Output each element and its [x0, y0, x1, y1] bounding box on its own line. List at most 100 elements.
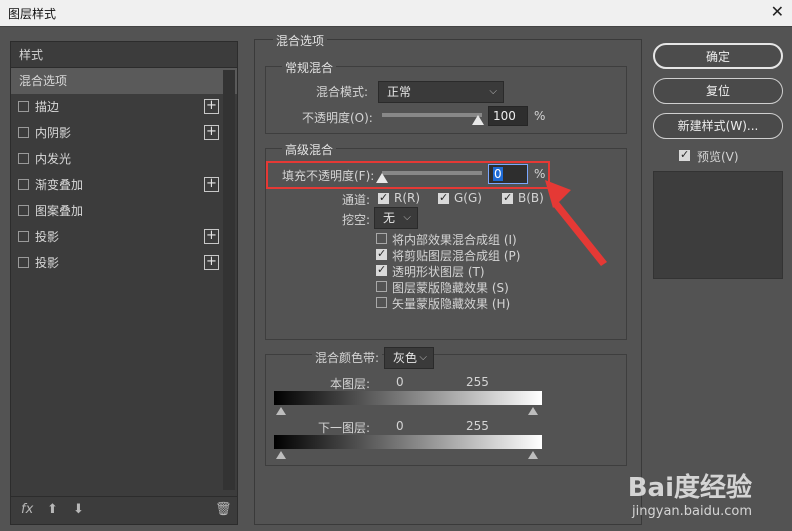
style-item-label: 描边 — [35, 100, 60, 114]
blending-options-panel: 混合选项 常规混合 混合模式: 正常 ⌵ 不透明度(O): 100 % 高级混合… — [254, 32, 642, 525]
fill-opacity-input[interactable]: 0 — [488, 164, 528, 184]
move-up-icon[interactable]: ⬆ — [47, 502, 58, 517]
add-effect-icon[interactable]: + — [204, 255, 219, 270]
style-checkbox[interactable] — [18, 153, 29, 164]
channels-label: 通道: — [342, 193, 371, 207]
fx-icon[interactable]: fx — [21, 502, 33, 517]
general-blending-title: 常规混合 — [282, 59, 337, 76]
watermark-brand: Bai度经验 — [627, 473, 752, 503]
blend-clipped-checkbox[interactable] — [376, 247, 387, 260]
transparency-shapes-checkbox[interactable] — [376, 263, 387, 276]
style-item-inner-shadow[interactable]: 内阴影 + — [11, 120, 237, 146]
dialog-body: 样式 混合选项 描边 + 内阴影 + 内发光 渐变叠加 + 图案叠加 投影 + … — [0, 26, 792, 531]
channel-r-checkbox[interactable] — [378, 191, 389, 204]
opacity-slider-thumb[interactable] — [472, 115, 484, 125]
channel-b-checkbox[interactable] — [502, 191, 513, 204]
blend-mode-dropdown[interactable]: 正常 ⌵ — [378, 81, 504, 103]
fill-slider-track[interactable] — [382, 171, 482, 175]
style-item-inner-glow[interactable]: 内发光 — [11, 146, 237, 172]
styles-header[interactable]: 样式 — [11, 42, 237, 68]
move-down-icon[interactable]: ⬇ — [73, 502, 84, 517]
general-blending-group: 常规混合 混合模式: 正常 ⌵ 不透明度(O): 100 % — [265, 59, 627, 134]
blend-if-label: 混合颜色带: — [312, 349, 383, 366]
style-item-drop-shadow-2[interactable]: 投影 + — [11, 250, 237, 276]
blend-mode-value: 正常 — [387, 85, 412, 99]
blend-mode-label: 混合模式: — [316, 85, 369, 99]
new-style-button[interactable]: 新建样式(W)... — [653, 113, 783, 139]
channel-g-label: G(G) — [454, 191, 482, 205]
style-item-gradient-overlay[interactable]: 渐变叠加 + — [11, 172, 237, 198]
style-checkbox[interactable] — [18, 231, 29, 242]
style-checkbox[interactable] — [18, 179, 29, 190]
ok-button[interactable]: 确定 — [653, 43, 783, 69]
style-item-drop-shadow[interactable]: 投影 + — [11, 224, 237, 250]
underlying-layer-label: 下一图层: — [318, 421, 371, 435]
layer-mask-hides-label: 图层蒙版隐藏效果 (S) — [392, 281, 509, 295]
styles-scrollbar[interactable] — [223, 70, 235, 490]
preview-label: 预览(V) — [697, 150, 739, 164]
advanced-blending-title: 高级混合 — [282, 141, 337, 158]
style-item-label: 渐变叠加 — [35, 178, 84, 192]
close-icon[interactable]: ✕ — [771, 2, 784, 21]
knockout-dropdown[interactable]: 无 ⌵ — [374, 207, 418, 229]
red-arrow-icon — [545, 180, 607, 266]
this-layer-black-slider[interactable] — [276, 407, 286, 415]
reset-button[interactable]: 复位 — [653, 78, 783, 104]
this-layer-max: 255 — [466, 375, 489, 389]
opacity-label: 不透明度(O): — [302, 111, 373, 125]
underlying-white-slider[interactable] — [528, 451, 538, 459]
watermark-url: jingyan.baidu.com — [632, 504, 752, 519]
style-item-label: 投影 — [35, 230, 60, 244]
style-item-label: 内发光 — [35, 152, 72, 166]
transparency-shapes-label: 透明形状图层 (T) — [392, 265, 485, 279]
chevron-down-icon: ⌵ — [419, 352, 427, 363]
underlying-max: 255 — [466, 419, 489, 433]
preview-thumbnail — [653, 171, 783, 279]
channel-b-label: B(B) — [518, 191, 544, 205]
style-checkbox[interactable] — [18, 101, 29, 112]
style-checkbox[interactable] — [18, 205, 29, 216]
knockout-label: 挖空: — [342, 213, 371, 227]
blend-if-group: 混合颜色带: 灰色 ⌵ 本图层: 0 255 下一图层: 0 255 — [265, 347, 627, 466]
blend-interior-label: 将内部效果混合成组 (I) — [392, 233, 517, 247]
blending-options-title: 混合选项 — [273, 32, 328, 49]
this-layer-white-slider[interactable] — [528, 407, 538, 415]
add-effect-icon[interactable]: + — [204, 229, 219, 244]
style-item-label: 内阴影 — [35, 126, 72, 140]
style-item-label: 图案叠加 — [35, 204, 84, 218]
vector-mask-hides-checkbox[interactable] — [376, 297, 387, 308]
preview-checkbox[interactable] — [679, 148, 690, 161]
channel-g-checkbox[interactable] — [438, 191, 449, 204]
opacity-slider-track[interactable] — [382, 113, 482, 117]
style-checkbox[interactable] — [18, 257, 29, 268]
fill-opacity-value: 0 — [493, 167, 503, 181]
trash-icon[interactable]: 🗑 — [215, 502, 232, 517]
blend-if-dropdown[interactable]: 灰色 ⌵ — [384, 347, 434, 369]
underlying-gradient — [274, 435, 542, 449]
channel-r-label: R(R) — [394, 191, 421, 205]
knockout-value: 无 — [383, 211, 396, 225]
style-item-blending-options[interactable]: 混合选项 — [11, 68, 237, 94]
chevron-down-icon: ⌵ — [403, 212, 411, 223]
underlying-min: 0 — [396, 419, 404, 433]
add-effect-icon[interactable]: + — [204, 177, 219, 192]
fill-opacity-unit: % — [534, 167, 546, 181]
this-layer-label: 本图层: — [330, 377, 371, 391]
style-item-stroke[interactable]: 描边 + — [11, 94, 237, 120]
opacity-value: 100 — [493, 109, 516, 123]
watermark: Bai度经验 jingyan.baidu.com — [628, 467, 752, 519]
fill-slider-thumb[interactable] — [376, 173, 388, 183]
underlying-black-slider[interactable] — [276, 451, 286, 459]
style-checkbox[interactable] — [18, 127, 29, 138]
fill-opacity-label: 填充不透明度(F): — [282, 169, 375, 183]
style-item-pattern-overlay[interactable]: 图案叠加 — [11, 198, 237, 224]
add-effect-icon[interactable]: + — [204, 99, 219, 114]
opacity-unit: % — [534, 109, 546, 123]
blend-interior-checkbox[interactable] — [376, 233, 387, 244]
layer-mask-hides-checkbox[interactable] — [376, 281, 387, 292]
styles-footer: fx ⬆ ⬇ 🗑 — [10, 497, 238, 525]
blend-clipped-label: 将剪贴图层混合成组 (P) — [392, 249, 521, 263]
opacity-input[interactable]: 100 — [488, 106, 528, 126]
add-effect-icon[interactable]: + — [204, 125, 219, 140]
title-bar: 图层样式 ✕ — [0, 0, 792, 26]
